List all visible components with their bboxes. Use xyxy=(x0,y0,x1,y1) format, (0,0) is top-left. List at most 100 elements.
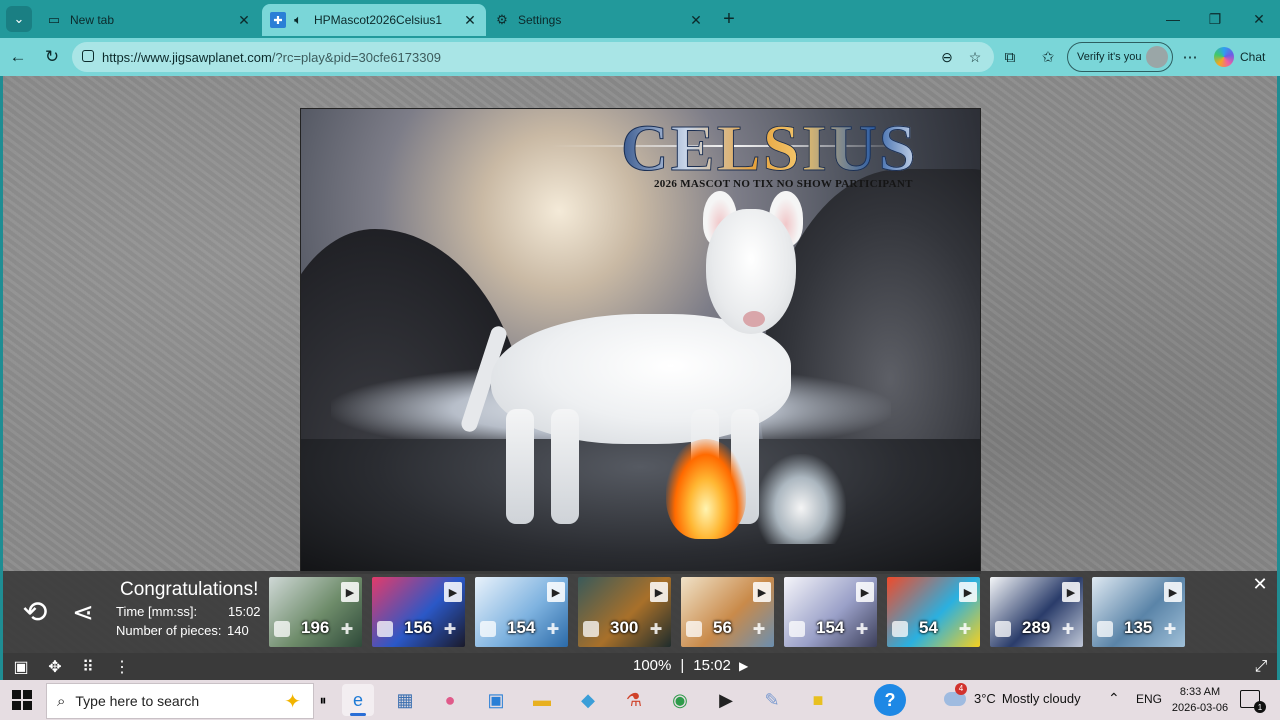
restart-icon[interactable]: ⟲ xyxy=(18,595,52,629)
speaker-icon[interactable]: 🔈︎ xyxy=(290,12,306,28)
window-close-button[interactable]: ✕ xyxy=(1247,8,1271,30)
puzzle-thumbnail[interactable]: 54 ✚ ▶ xyxy=(887,577,980,647)
play-icon[interactable]: ▶ xyxy=(341,582,359,602)
new-tab-button[interactable]: + xyxy=(718,8,740,30)
weather-desc: Mostly cloudy xyxy=(1001,691,1081,706)
puzzle-thumbnail[interactable]: 156 ✚ ▶ xyxy=(372,577,465,647)
url-field[interactable]: https://www.jigsawplanet.com/?rc=play&pi… xyxy=(72,42,994,72)
play-icon[interactable]: ▶ xyxy=(753,582,771,602)
site-info-icon[interactable] xyxy=(82,50,94,62)
dog-nose xyxy=(743,311,765,327)
extensions-icon[interactable]: ⧉ xyxy=(1000,47,1020,67)
store-app-icon[interactable]: ▣ xyxy=(480,684,512,716)
ghost-image-icon[interactable]: ✥ xyxy=(44,656,66,678)
tab-hpmascot[interactable]: ✚ 🔈︎ HPMascot2026Celsius1 ✕ xyxy=(262,4,486,36)
language-indicator[interactable]: ENG xyxy=(1136,692,1162,706)
play-icon[interactable]: ▶ xyxy=(444,582,462,602)
copilot-chat-button[interactable]: Chat xyxy=(1214,46,1265,68)
sticky-notes-icon[interactable]: ■ xyxy=(802,684,834,716)
back-button[interactable]: ← xyxy=(6,45,30,69)
tab-label: Settings xyxy=(518,13,562,27)
tray-overflow-icon[interactable]: ⌃ xyxy=(1108,690,1120,707)
task-view-icon[interactable]: ⏸ xyxy=(318,684,328,716)
piece-count: 135 xyxy=(1124,618,1153,637)
search-icon: ⌕ xyxy=(57,692,66,710)
puzzle-thumbnail[interactable]: 289 ✚ ▶ xyxy=(990,577,1083,647)
time-label: Time [mm:ss]: xyxy=(116,604,198,619)
calculator-app-icon[interactable]: ▦ xyxy=(389,684,421,716)
puzzle-thumbnail[interactable]: 196 ✚ ▶ xyxy=(269,577,362,647)
zoom-level[interactable]: 100% xyxy=(633,657,671,674)
play-icon[interactable]: ▶ xyxy=(1062,582,1080,602)
rock-ground xyxy=(301,439,980,573)
file-explorer-icon[interactable]: ▬ xyxy=(526,684,558,716)
close-icon[interactable]: ✕ xyxy=(236,12,252,29)
ice-crystal xyxy=(756,454,846,544)
paint-app-icon[interactable]: ● xyxy=(434,684,466,716)
time-stat: Time [mm:ss]: 15:02 xyxy=(116,604,261,619)
windows-start-icon[interactable] xyxy=(12,690,32,710)
piece-count: 56 xyxy=(713,618,732,637)
taskbar-search-box[interactable]: ⌕ Type here to search ✦ xyxy=(46,683,314,719)
more-menu-icon[interactable]: ⋯ xyxy=(1180,47,1200,67)
edge-pieces-icon[interactable]: ⠿ xyxy=(77,656,99,678)
pieces-label: Number of pieces: xyxy=(116,623,222,638)
fullscreen-icon[interactable]: ⤢ xyxy=(1250,656,1272,678)
image-preview-icon[interactable]: ▣ xyxy=(10,656,32,678)
favorite-star-icon[interactable]: ☆ xyxy=(966,48,984,66)
mini-avatar xyxy=(377,621,393,637)
minimize-button[interactable]: — xyxy=(1161,8,1185,30)
close-panel-button[interactable]: ✕ xyxy=(1251,574,1269,594)
more-options-icon[interactable]: ⋮ xyxy=(111,656,133,678)
snipping-app-icon[interactable]: ◆ xyxy=(572,684,604,716)
play-icon[interactable]: ▶ xyxy=(856,582,874,602)
dog-leg xyxy=(551,409,579,524)
puzzle-image[interactable]: CELSIUS 2026 MASCOT NO TIX NO SHOW PARTI… xyxy=(300,108,981,574)
play-icon[interactable]: ▶ xyxy=(1164,582,1182,602)
piece-count: 54 xyxy=(919,618,938,637)
help-app-icon[interactable]: ? xyxy=(874,684,906,716)
pieces-value: 140 xyxy=(227,623,249,638)
media-app-icon[interactable]: ▶ xyxy=(710,684,742,716)
time-value: 15:02 xyxy=(228,604,261,619)
edge-app-icon[interactable]: e xyxy=(342,684,374,716)
puzzle-thumbnail[interactable]: 300 ✚ ▶ xyxy=(578,577,671,647)
profile-verify-button[interactable]: Verify it's you xyxy=(1067,42,1173,72)
puzzle-toolbar: ▣ ✥ ⠿ ⋮ 100% | 15:02 ▶ ⤢ xyxy=(3,653,1277,680)
refresh-button[interactable]: ↻ xyxy=(40,45,64,69)
puzzle-thumbnail[interactable]: 154 ✚ ▶ xyxy=(475,577,568,647)
cloud-icon: 4 xyxy=(944,682,967,706)
favorites-icon[interactable]: ✩ xyxy=(1038,47,1058,67)
page-content: CELSIUS 2026 MASCOT NO TIX NO SHOW PARTI… xyxy=(3,76,1277,680)
url-domain: https://www.jigsawplanet.com xyxy=(102,50,272,65)
clock-date: 2026-03-06 xyxy=(1171,702,1229,714)
play-icon[interactable]: ▶ xyxy=(650,582,668,602)
close-icon[interactable]: ✕ xyxy=(688,12,704,29)
pieces-stat: Number of pieces: 140 xyxy=(116,623,249,638)
play-icon[interactable]: ▶ xyxy=(739,659,748,673)
notification-icon[interactable]: 1 xyxy=(1240,690,1266,713)
tab-settings[interactable]: ⚙ Settings ✕ xyxy=(486,4,712,36)
maps-app-icon[interactable]: ◉ xyxy=(664,684,696,716)
copilot-icon xyxy=(1214,47,1234,67)
close-icon[interactable]: ✕ xyxy=(462,12,478,29)
restore-icon: ❐ xyxy=(1208,10,1222,27)
puzzle-thumbnail[interactable]: 56 ✚ ▶ xyxy=(681,577,774,647)
tab-actions-menu-button[interactable]: ⌄ xyxy=(6,6,32,32)
weather-widget[interactable]: 4 3°C Mostly cloudy xyxy=(944,682,1081,706)
restore-button[interactable]: ❐ xyxy=(1203,8,1227,30)
play-icon[interactable]: ▶ xyxy=(959,582,977,602)
share-icon[interactable]: ⋖ xyxy=(66,595,100,629)
paint-brush-icon[interactable]: ✎ xyxy=(756,684,788,716)
zoom-time-status: 100% | 15:02 ▶ xyxy=(633,657,748,674)
puzzle-thumbnail[interactable]: 154 ✚ ▶ xyxy=(784,577,877,647)
tool-app-icon[interactable]: ⚗ xyxy=(618,684,650,716)
tab-label: New tab xyxy=(70,13,115,27)
tab-new-tab[interactable]: ▭ New tab ✕ xyxy=(38,4,260,36)
play-icon[interactable]: ▶ xyxy=(547,582,565,602)
taskbar-clock[interactable]: 8:33 AM 2026-03-06 xyxy=(1170,684,1230,716)
zoom-out-icon[interactable]: ⊖ xyxy=(938,48,956,66)
mini-avatar xyxy=(686,621,702,637)
puzzle-thumbnail[interactable]: 135 ✚ ▶ xyxy=(1092,577,1185,647)
url-text: https://www.jigsawplanet.com/?rc=play&pi… xyxy=(102,50,441,65)
